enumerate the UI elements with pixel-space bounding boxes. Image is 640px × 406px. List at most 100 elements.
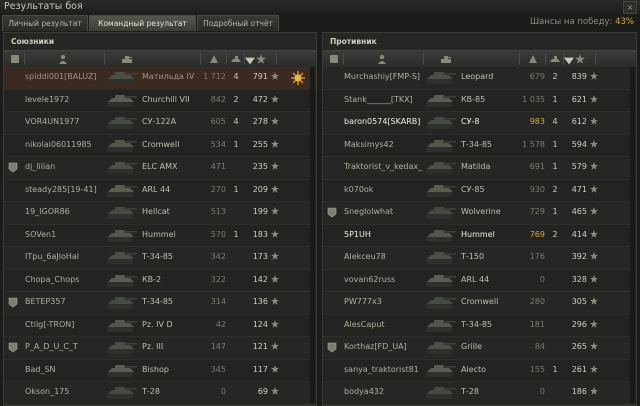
tank-name: Т-34-85 (142, 252, 174, 261)
table-header (4, 50, 316, 68)
player-row[interactable]: VOR4UN1977 СУ-122А 605 4 278 (4, 112, 316, 135)
player-row[interactable]: k070ok СУ-85 930 2 471 (323, 179, 636, 202)
enemies-scrollbar[interactable] (630, 67, 635, 403)
tank-icon[interactable] (122, 54, 132, 64)
kills-icon[interactable] (231, 54, 241, 64)
player-row[interactable]: Okson_175 Т-28 0 69 (4, 382, 316, 405)
tank-image (426, 184, 456, 197)
player-icon[interactable] (58, 54, 68, 64)
damage-icon[interactable] (209, 54, 219, 64)
column-divider (423, 53, 424, 65)
tank-icon[interactable] (441, 54, 451, 64)
player-row[interactable]: Ctilg[-TRON] Pz. IV D 42 124 (4, 314, 316, 337)
player-row[interactable]: AlesCaput Т-34-85 181 296 (323, 314, 636, 337)
medal-icon[interactable] (290, 70, 306, 86)
tank-image (426, 117, 456, 129)
player-row[interactable]: Sneglolwhat Wolverine 729 1 465 (323, 202, 636, 225)
player-row[interactable]: bodya432 Т-28 0 186 (323, 382, 636, 405)
xp-value: 579 (571, 162, 587, 171)
player-row[interactable]: steady285[19-41] ARL 44 270 1 209 (4, 179, 316, 202)
win-chance: Шансы на победу: 43% (530, 17, 634, 27)
xp-value: 183 (252, 229, 268, 239)
tank-name: Cromwell (142, 139, 180, 149)
player-row[interactable]: sanya_traktorist81 Alecto 155 1 261 (323, 359, 636, 382)
player-row[interactable]: baron0574[SKARB] СУ-8 983 4 612 (323, 112, 636, 135)
xp-star-icon (590, 252, 598, 260)
player-row[interactable]: Bad_SN Bishop 345 117 (4, 359, 316, 382)
xp-star-icon (590, 274, 598, 283)
tab-personal-result[interactable]: Личный результат (2, 15, 88, 31)
player-name: baron0574[SKARB] (344, 117, 421, 126)
platoon-icon[interactable] (329, 54, 339, 64)
player-row[interactable]: 19_IGOR86 Hellcat 513 199 (4, 202, 316, 225)
xp-star (271, 319, 279, 330)
player-row[interactable]: levele1972 Churchill VII 842 2 472 (4, 89, 316, 112)
player-row[interactable]: spiddi001[BALUZ] Матильда IV 1 712 4 791 (4, 67, 316, 90)
player-row[interactable]: Traktorist_v_kedax_ Matilda 691 1 579 (323, 157, 636, 180)
player-row[interactable]: vovan62russ ARL 44 0 328 (323, 269, 636, 292)
tank-image (107, 207, 137, 219)
xp-star (271, 139, 279, 150)
player-row[interactable]: nikolai06011985 Cromwell 534 1 255 (4, 134, 316, 157)
player-row[interactable]: Stank______[TKX] КВ-85 1 035 1 621 (323, 89, 636, 112)
tank-name: Т-34-85 (461, 139, 493, 149)
player-row[interactable]: SOVen1 Hummel 570 1 183 (4, 224, 316, 247)
player-row[interactable]: 5P1UH Hummel 769 2 414 (323, 224, 636, 247)
player-name: ITpu_6aJloHal (25, 252, 80, 261)
player-row[interactable]: BETEP357 Т-34-85 314 136 (4, 292, 316, 315)
player-row[interactable]: Maksimys42 Т-34-85 1 578 1 594 (323, 134, 636, 157)
player-name: spiddi001[BALUZ] (25, 72, 97, 81)
damage-value: 679 (529, 72, 545, 81)
xp-value: 235 (252, 162, 268, 171)
xp-value: 121 (252, 342, 268, 351)
tank-image (107, 364, 137, 377)
platoon-icon[interactable] (10, 54, 20, 64)
xp-star (271, 274, 279, 285)
tank-image (107, 117, 137, 129)
player-name: P_A_D_U_C_T (25, 342, 78, 351)
player-icon[interactable] (377, 54, 387, 64)
player-name: Ctilg[-TRON] (25, 319, 75, 329)
xp-star-icon[interactable] (256, 54, 266, 64)
xp-star-icon (590, 364, 598, 373)
player-name: AlesCaput (344, 319, 385, 329)
xp-star (590, 94, 598, 105)
damage-icon[interactable] (528, 54, 538, 64)
xp-value: 209 (252, 184, 268, 194)
tab-detailed-report[interactable]: Подробный отчёт (197, 15, 279, 31)
damage-value: 1 712 (203, 72, 226, 81)
tab-team-result[interactable]: Командный результат (89, 15, 196, 31)
player-row[interactable]: Murchashiy[FMP-S] Leopard 679 2 839 (323, 67, 636, 90)
xp-star-icon (271, 342, 279, 350)
damage-value: 0 (539, 274, 545, 284)
damage-value: 314 (210, 297, 226, 306)
xp-star-icon (271, 297, 279, 305)
tank-name: СУ-8 (461, 117, 480, 126)
player-row[interactable]: P_A_D_U_C_T Pz. III 147 121 (4, 337, 316, 360)
xp-star (590, 139, 598, 150)
enemies-list: Murchashiy[FMP-S] Leopard 679 2 839 Stank____… (323, 67, 636, 405)
xp-star-icon (271, 229, 279, 238)
player-row[interactable]: ITpu_6aJloHal Т-34-85 342 173 (4, 247, 316, 270)
player-row[interactable]: Chopa_Chops КВ-2 322 142 (4, 269, 316, 292)
damage-value: 605 (210, 117, 226, 126)
player-row[interactable]: Korthaz[FD_UA] Grille 84 265 (323, 337, 636, 360)
xp-star-icon[interactable] (575, 54, 585, 64)
win-chance-label: Шансы на победу: (529, 17, 613, 27)
player-name: Okson_175 (25, 387, 70, 396)
xp-value: 117 (252, 364, 268, 374)
tank-image (107, 162, 137, 174)
player-row[interactable]: dj_lilian ELC AMX 471 235 (4, 157, 316, 180)
player-row[interactable]: PW777x3 Cromwell 280 305 (323, 292, 636, 315)
platoon-icon (8, 342, 18, 353)
xp-star (590, 274, 598, 285)
tank-image (426, 229, 456, 242)
allies-scrollbar[interactable] (310, 67, 315, 403)
close-button[interactable]: × (623, 1, 637, 14)
damage-value: 534 (210, 139, 226, 149)
tank-name: КВ-2 (142, 274, 162, 284)
kills-icon[interactable] (550, 54, 560, 64)
player-row[interactable]: Alekceu78 Т-150 176 392 (323, 247, 636, 270)
allies-panel: Союзники spiddi001[BALUZ] Матильда IV 1 71… (3, 32, 317, 406)
damage-value: 983 (529, 117, 545, 126)
